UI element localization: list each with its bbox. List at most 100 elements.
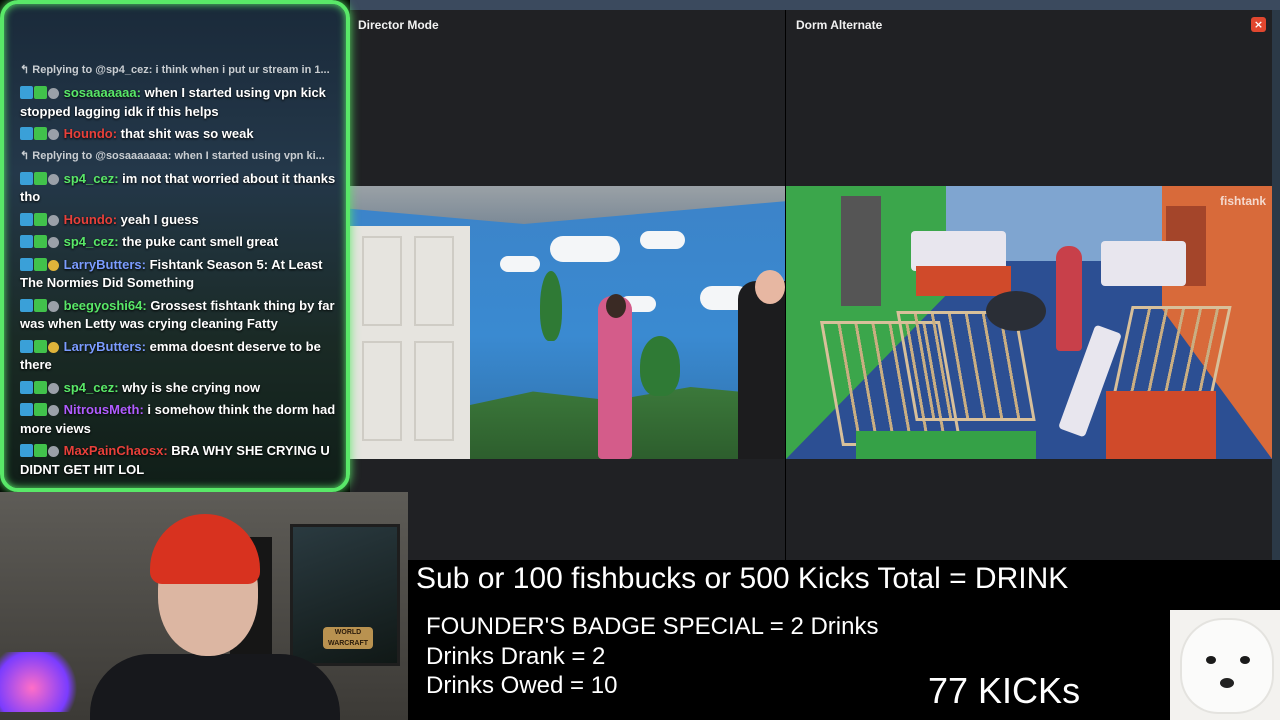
warcraft-poster: WORLD WARCRAFT <box>290 524 400 666</box>
chat-username[interactable]: sp4_cez: <box>64 171 119 186</box>
door-panel <box>362 341 402 441</box>
close-button[interactable]: × <box>1251 17 1266 32</box>
chat-message[interactable]: Houndo: yeah I guess <box>20 211 342 230</box>
person-head <box>755 270 785 304</box>
dorm-video-feed[interactable]: fishtank <box>786 186 1272 459</box>
door-panel <box>362 236 402 326</box>
chat-badge-icon <box>20 212 33 226</box>
dog-eye <box>1206 656 1216 664</box>
rgb-microphone-light <box>0 652 80 712</box>
door-panel <box>414 341 454 441</box>
chat-username[interactable]: LarryButters: <box>64 339 146 354</box>
chat-username[interactable]: LarryButters: <box>64 257 146 272</box>
dog-eye <box>1240 656 1250 664</box>
round-table <box>986 291 1046 331</box>
chat-badge-icon <box>48 300 59 312</box>
chat-badge-icon <box>48 214 59 226</box>
chat-badge-icon <box>20 257 33 271</box>
chat-badge-icon <box>34 235 47 248</box>
chat-message[interactable]: MaxPainChaosx: BRA WHY SHE CRYING U DIDN… <box>20 442 342 479</box>
top-bar <box>350 0 1280 10</box>
chat-message-text: yeah I guess <box>120 211 199 227</box>
fishtank-watermark: fishtank <box>1219 194 1266 208</box>
chat-badge-icon <box>34 212 47 226</box>
dog-image <box>1170 610 1280 720</box>
chat-reply-context: ↰ Replying to @sosaaaaaaa: when I starte… <box>20 149 325 162</box>
drinks-owed-text: Drinks Owed = 10 <box>426 672 618 699</box>
chat-message[interactable]: Houndo: that shit was so weak <box>20 125 342 144</box>
chat-badge-icon <box>20 444 33 457</box>
warcraft-logo: WORLD WARCRAFT <box>323 627 373 649</box>
mural-cloud <box>500 256 540 272</box>
chat-message[interactable]: LarryButters: Fishtank Season 5: At Leas… <box>20 256 342 293</box>
dog-head <box>1182 620 1272 712</box>
chat-panel[interactable]: ↰ Replying to @sp4_cez: i think when i p… <box>0 0 350 492</box>
streamer-hoodie <box>90 654 340 720</box>
person-head <box>606 294 626 318</box>
chat-username[interactable]: NitrousMeth: <box>64 402 144 417</box>
curtain <box>841 196 881 306</box>
mattress <box>1101 241 1186 286</box>
chat-message-text: that shit was so weak <box>120 126 254 141</box>
chat-message[interactable]: sp4_cez: the puke cant smell great <box>20 233 342 252</box>
chat-badge-icon <box>34 403 47 416</box>
chat-badge-icon <box>20 380 33 394</box>
chat-badge-icon <box>34 339 47 353</box>
chat-badge-icon <box>48 382 59 394</box>
bed-base <box>916 266 1011 296</box>
chat-username[interactable]: MaxPainChaosx: <box>64 443 168 458</box>
chat-message-text: the puke cant smell great <box>122 234 279 249</box>
panel-title: Dorm Alternate <box>796 18 883 32</box>
red-beanie <box>150 514 260 584</box>
panel-title: Director Mode <box>358 18 439 32</box>
chat-badge-icon <box>20 127 33 140</box>
mural-plant <box>640 336 680 396</box>
chat-badge-icon <box>34 86 47 99</box>
chat-badge-icon <box>34 380 47 394</box>
chat-username[interactable]: sosaaaaaaa: <box>64 85 141 100</box>
chat-message[interactable]: LarryButters: emma doesnt deserve to be … <box>20 338 342 375</box>
drink-rule-text: Sub or 100 fishbucks or 500 Kicks Total … <box>416 562 1069 595</box>
chat-username[interactable]: Houndo: <box>64 212 117 227</box>
door <box>350 226 470 459</box>
director-video-feed[interactable] <box>350 186 785 459</box>
chat-badge-icon <box>20 235 33 248</box>
chat-message[interactable]: NitrousMeth: i somehow think the dorm ha… <box>20 401 342 438</box>
chat-badge-icon <box>48 173 59 185</box>
chat-badge-icon <box>34 257 47 271</box>
chat-username[interactable]: sp4_cez: <box>64 234 119 249</box>
founders-special-text: FOUNDER'S BADGE SPECIAL = 2 Drinks <box>426 613 879 640</box>
chat-badge-icon <box>48 341 59 353</box>
bed-base-green <box>856 431 1036 459</box>
mural-cloud <box>640 231 685 249</box>
chat-badge-icon <box>48 237 59 248</box>
dorm-alternate-panel: Dorm Alternate × fishtank <box>786 10 1272 560</box>
chat-message[interactable]: sp4_cez: why is she crying now <box>20 379 342 398</box>
mural-cloud <box>550 236 620 262</box>
chat-badge-icon <box>20 339 33 353</box>
kicks-counter: 77 KICKs <box>928 670 1081 711</box>
chat-badge-icon <box>34 171 47 185</box>
chat-message[interactable]: sp4_cez: im not that worried about it th… <box>20 170 342 207</box>
chat-badge-icon <box>20 298 33 312</box>
chat-badge-icon <box>34 127 47 140</box>
chat-badge-icon <box>48 446 59 457</box>
person-standing <box>1056 246 1082 351</box>
mural-plant <box>540 271 562 341</box>
chat-badge-icon <box>34 298 47 312</box>
chat-badge-icon <box>48 259 59 271</box>
chat-message[interactable]: beegyoshi64: Grossest fishtank thing by … <box>20 297 342 334</box>
chat-badge-icon <box>48 88 59 99</box>
chat-message[interactable]: sosaaaaaaa: when I started using vpn kic… <box>20 84 342 121</box>
chat-username[interactable]: sp4_cez: <box>64 380 119 395</box>
person-dark-shirt <box>738 281 785 459</box>
window-edge <box>1272 10 1280 560</box>
chat-reply-context: ↰ Replying to @sp4_cez: i think when i p… <box>20 64 330 76</box>
chat-username[interactable]: beegyoshi64: <box>64 298 147 313</box>
drinks-drank-text: Drinks Drank = 2 <box>426 643 606 670</box>
chat-badge-icon <box>48 129 59 140</box>
chat-username[interactable]: Houndo: <box>64 126 117 141</box>
dog-nose <box>1220 678 1234 688</box>
chat-badge-icon <box>48 405 59 416</box>
chat-badge-icon <box>20 403 33 416</box>
